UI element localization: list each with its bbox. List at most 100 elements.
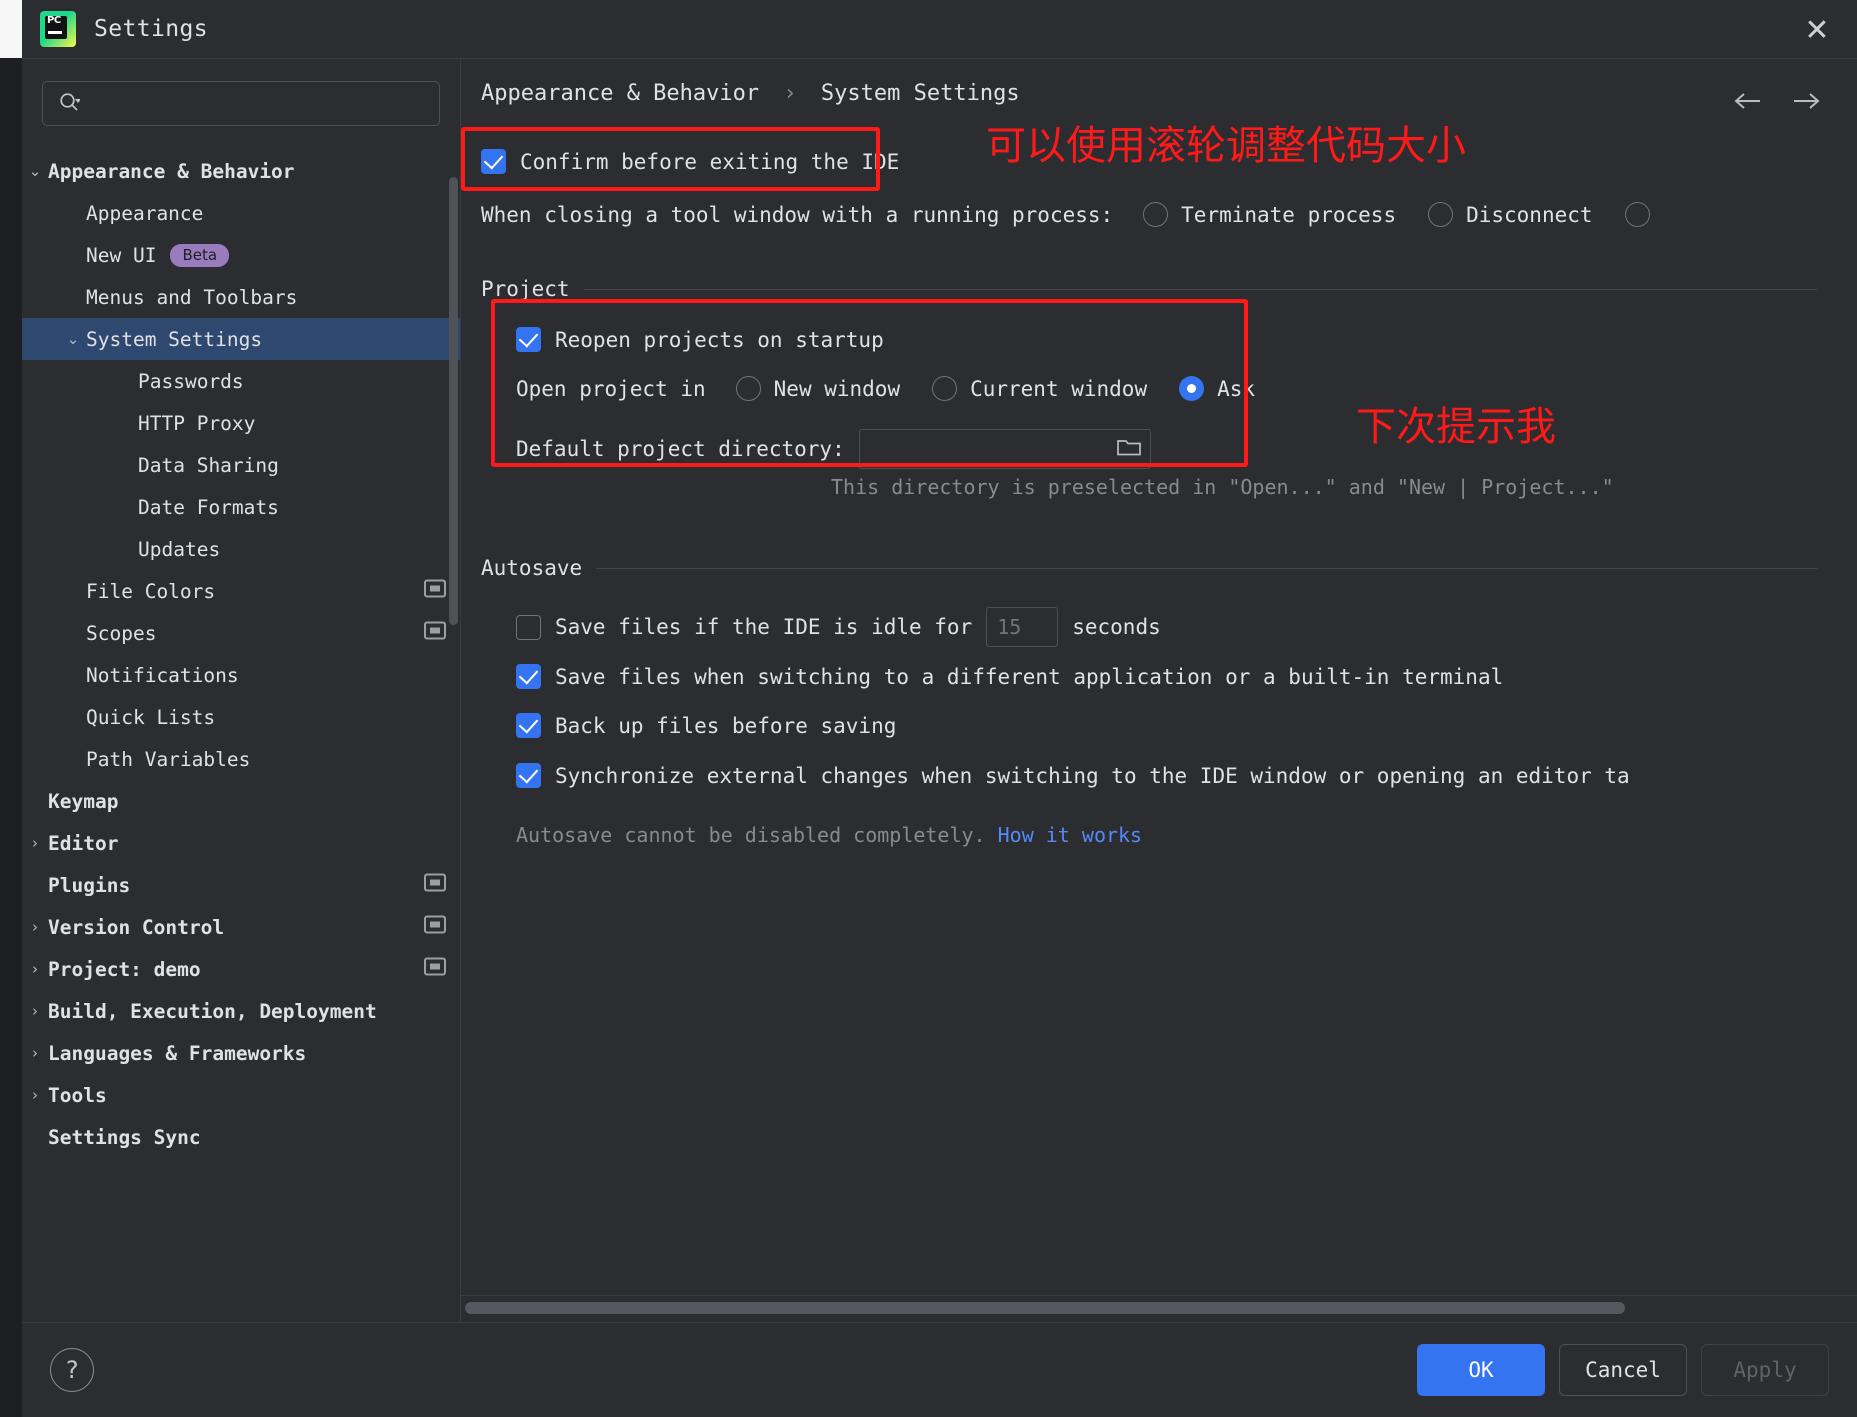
cancel-button[interactable]: Cancel (1559, 1344, 1687, 1396)
sidebar-item-label: Scopes (86, 621, 157, 645)
reopen-projects-row[interactable]: Reopen projects on startup (516, 327, 884, 352)
sidebar-item-settings-sync[interactable]: Settings Sync (22, 1116, 460, 1158)
project-section-rule (583, 288, 1817, 290)
default-directory-input[interactable] (858, 429, 1151, 469)
reopen-projects-checkbox[interactable] (516, 327, 541, 352)
arrow-left-icon[interactable] (1727, 81, 1769, 121)
search-box[interactable] (42, 81, 440, 126)
settings-tree: ⌄ Appearance & Behavior Appearance New UI Be… (22, 136, 460, 1322)
sidebar-item-label: Version Control (48, 915, 225, 939)
sidebar-item-appearance[interactable]: Appearance (22, 192, 460, 234)
sidebar-item-label: HTTP Proxy (138, 411, 256, 435)
editor-edge-top (0, 0, 22, 58)
sidebar-item-label: Data Sharing (138, 453, 279, 477)
dialog-title: Settings (94, 16, 208, 42)
autosave-switch-app-label: Save files when switching to a different… (555, 664, 1504, 689)
autosave-backup-label: Back up files before saving (555, 713, 897, 738)
sidebar-item-notifications[interactable]: Notifications (22, 654, 460, 696)
sidebar-item-scopes[interactable]: Scopes (22, 612, 460, 654)
sidebar-item-label: Editor (48, 831, 119, 855)
arrow-right-icon[interactable] (1785, 81, 1827, 121)
terminate-process-label[interactable]: Terminate process (1181, 203, 1396, 227)
footer-buttons: OK Cancel Apply (1417, 1344, 1829, 1396)
autosave-switch-app-row[interactable]: Save files when switching to a different… (516, 664, 1503, 689)
chevron-down-icon[interactable]: ⌄ (22, 162, 48, 180)
help-icon[interactable]: ? (50, 1348, 94, 1392)
sidebar-item-tools[interactable]: › Tools (22, 1074, 460, 1116)
disconnect-label[interactable]: Disconnect (1466, 203, 1592, 227)
dialog-titlebar: PC Settings ✕ (22, 0, 1857, 59)
autosave-idle-seconds-input[interactable]: 15 (986, 607, 1059, 647)
confirm-exit-row[interactable]: Confirm before exiting the IDE (481, 149, 899, 174)
autosave-backup-row[interactable]: Back up files before saving (516, 713, 896, 738)
default-directory-label: Default project directory: (516, 437, 845, 461)
sidebar-item-file-colors[interactable]: File Colors (22, 570, 460, 612)
breadcrumb-parent[interactable]: Appearance & Behavior (481, 81, 759, 106)
autosave-idle-label-before: Save files if the IDE is idle for (555, 615, 973, 639)
beta-badge: Beta (170, 243, 230, 267)
sidebar-item-http-proxy[interactable]: HTTP Proxy (22, 402, 460, 444)
content-horizontal-scrollbar[interactable] (461, 1295, 1857, 1322)
settings-content: Appearance & Behavior › System Settings (461, 59, 1857, 1322)
sidebar-item-label: Languages & Frameworks (48, 1041, 307, 1065)
reopen-projects-label: Reopen projects on startup (555, 327, 884, 352)
new-window-label[interactable]: New window (774, 377, 900, 401)
ok-button[interactable]: OK (1417, 1344, 1545, 1396)
sidebar-item-passwords[interactable]: Passwords (22, 360, 460, 402)
current-window-radio[interactable] (932, 376, 958, 401)
close-icon[interactable]: ✕ (1797, 10, 1837, 50)
disconnect-radio[interactable] (1428, 202, 1454, 227)
autosave-section-rule (596, 567, 1817, 569)
current-window-label[interactable]: Current window (970, 377, 1147, 401)
sidebar-item-quick-lists[interactable]: Quick Lists (22, 696, 460, 738)
sidebar-item-date-formats[interactable]: Date Formats (22, 486, 460, 528)
screen-icon (424, 873, 446, 897)
sidebar-item-build-execution-deployment[interactable]: › Build, Execution, Deployment (22, 990, 460, 1032)
screen-icon (424, 621, 446, 645)
autosave-switch-app-checkbox[interactable] (516, 664, 541, 689)
sidebar-item-appearance-behavior[interactable]: ⌄ Appearance & Behavior (22, 150, 460, 192)
sidebar-item-languages-frameworks[interactable]: › Languages & Frameworks (22, 1032, 460, 1074)
chevron-right-icon[interactable]: › (22, 1044, 48, 1062)
sidebar-item-new-ui[interactable]: New UI Beta (22, 234, 460, 276)
chevron-right-icon[interactable]: › (22, 834, 48, 852)
sidebar-item-label: Plugins (48, 873, 131, 897)
sidebar-item-editor[interactable]: › Editor (22, 822, 460, 864)
open-project-in-label: Open project in (516, 376, 706, 401)
sidebar-item-menus-and-toolbars[interactable]: Menus and Toolbars (22, 276, 460, 318)
chevron-down-icon[interactable]: ⌄ (60, 330, 86, 348)
dialog-body: ⌄ Appearance & Behavior Appearance New UI Be… (22, 59, 1857, 1322)
terminate-process-radio[interactable] (1143, 202, 1169, 227)
autosave-sync-row[interactable]: Synchronize external changes when switch… (516, 763, 1630, 788)
sidebar-item-plugins[interactable]: Plugins (22, 864, 460, 906)
autosave-idle-label-after: seconds (1072, 615, 1161, 639)
sidebar-item-version-control[interactable]: › Version Control (22, 906, 460, 948)
content-horizontal-scroll-thumb[interactable] (465, 1302, 1625, 1314)
default-directory-row: Default project directory: (516, 429, 1151, 469)
autosave-idle-checkbox[interactable] (516, 614, 541, 640)
ask-radio[interactable] (1179, 376, 1205, 401)
how-it-works-link[interactable]: How it works (998, 823, 1143, 847)
sidebar-item-data-sharing[interactable]: Data Sharing (22, 444, 460, 486)
autosave-backup-checkbox[interactable] (516, 713, 541, 738)
sidebar-item-label: Appearance (86, 201, 204, 225)
sidebar-item-path-variables[interactable]: Path Variables (22, 738, 460, 780)
chevron-right-icon[interactable]: › (22, 918, 48, 936)
chevron-right-icon[interactable]: › (22, 960, 48, 978)
ask-label[interactable]: Ask (1217, 377, 1255, 401)
confirm-exit-checkbox[interactable] (481, 149, 506, 174)
chevron-right-icon[interactable]: › (22, 1086, 48, 1104)
folder-icon[interactable] (1116, 436, 1142, 462)
sidebar-item-project-demo[interactable]: › Project: demo (22, 948, 460, 990)
chevron-right-icon[interactable]: › (22, 1002, 48, 1020)
pycharm-logo-icon: PC (40, 11, 76, 47)
extra-radio[interactable] (1624, 202, 1650, 227)
new-window-radio[interactable] (735, 376, 761, 401)
search-input[interactable] (88, 92, 427, 115)
sidebar-item-updates[interactable]: Updates (22, 528, 460, 570)
sidebar-item-system-settings[interactable]: ⌄ System Settings (22, 318, 460, 360)
sidebar-item-keymap[interactable]: Keymap (22, 780, 460, 822)
autosave-sync-checkbox[interactable] (516, 763, 541, 788)
sidebar-scrollbar-thumb[interactable] (449, 177, 458, 625)
autosave-idle-row[interactable]: Save files if the IDE is idle for 15 sec… (516, 607, 1161, 647)
